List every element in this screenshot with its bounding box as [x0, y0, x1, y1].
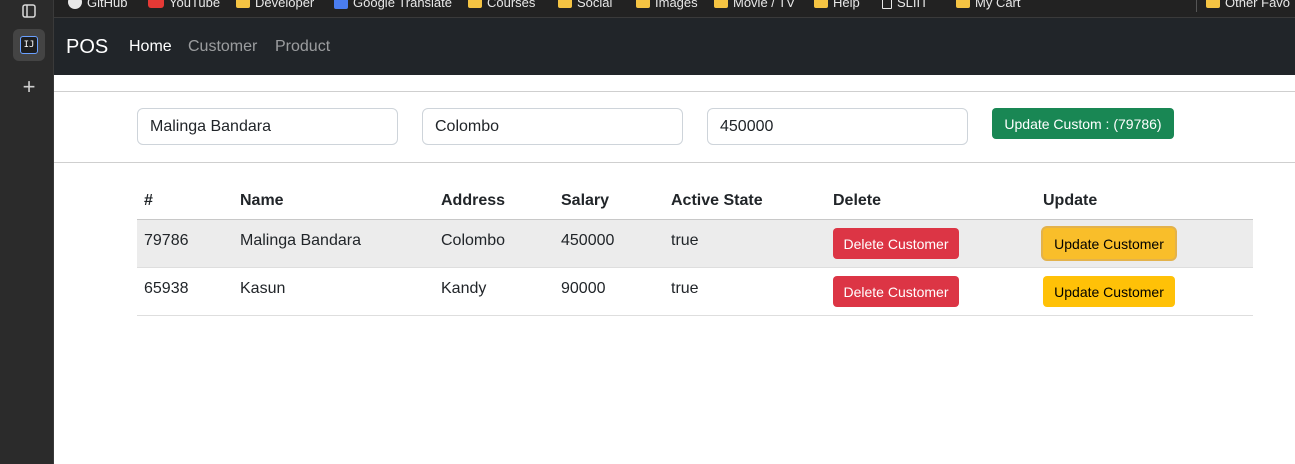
- bookmark-label: Courses: [487, 0, 536, 10]
- cell-salary: 90000: [554, 267, 664, 316]
- cell-delete: Delete Customer: [826, 267, 1036, 316]
- cell-id-text: 79786: [144, 231, 189, 249]
- folder-icon: [956, 0, 970, 8]
- youtube-icon: [148, 0, 164, 8]
- cell-active: true: [664, 219, 826, 268]
- nav-product[interactable]: Product: [275, 38, 330, 56]
- cell-address-text: Kandy: [441, 279, 487, 297]
- intellij-tab-icon[interactable]: IJ: [13, 29, 45, 61]
- cell-name: Malinga Bandara: [233, 219, 434, 268]
- bookmark-label: My Cart: [975, 0, 1021, 10]
- cell-update: Update Customer: [1036, 267, 1253, 316]
- divider-top: [54, 91, 1295, 92]
- cell-active: true: [664, 267, 826, 316]
- sidebar-toggle-icon[interactable]: [14, 2, 44, 20]
- cell-name: Kasun: [233, 267, 434, 316]
- bookmark-developer[interactable]: Developer: [236, 0, 314, 11]
- update-customer-button[interactable]: Update Customer: [1043, 228, 1175, 259]
- document-icon: [882, 0, 892, 9]
- folder-icon: [814, 0, 828, 8]
- table-row: 65938 Kasun Kandy 90000 true Delete Cust…: [137, 267, 1253, 316]
- folder-icon: [468, 0, 482, 8]
- delete-customer-button[interactable]: Delete Customer: [833, 228, 959, 259]
- bookmark-label: Developer: [255, 0, 315, 10]
- cell-id: 79786: [137, 219, 233, 268]
- bookmark-label: Images: [655, 0, 698, 10]
- cell-active-text: true: [671, 279, 699, 297]
- bookmark-sliit[interactable]: SLIIT: [882, 0, 928, 11]
- cell-delete: Delete Customer: [826, 219, 1036, 268]
- update-customer-submit-button[interactable]: Update Custom : (79786): [992, 108, 1174, 139]
- cell-id-text: 65938: [144, 279, 189, 297]
- folder-icon: [636, 0, 650, 8]
- navbar-brand[interactable]: POS: [66, 36, 108, 59]
- github-icon: [68, 0, 82, 9]
- cell-id: 65938: [137, 267, 233, 316]
- delete-customer-button[interactable]: Delete Customer: [833, 276, 959, 307]
- cell-name-text: Malinga Bandara: [240, 231, 361, 249]
- divider-bottom: [54, 162, 1295, 163]
- bookmark-help[interactable]: Help: [814, 0, 860, 11]
- address-input[interactable]: [422, 108, 683, 145]
- bookmark-label: GitHub: [87, 0, 128, 10]
- cell-salary-text: 90000: [561, 279, 606, 297]
- name-input[interactable]: [137, 108, 398, 145]
- bookmark-github[interactable]: GitHub: [68, 0, 127, 11]
- cell-address: Kandy: [434, 267, 554, 316]
- cell-name-text: Kasun: [240, 279, 286, 297]
- bookmark-movie-tv[interactable]: Movie / TV: [714, 0, 795, 11]
- bookmark-label: YouTube: [169, 0, 221, 10]
- bookmark-social[interactable]: Social: [558, 0, 612, 11]
- table-header-row: # Name Address Salary Active State Delet…: [137, 182, 1253, 220]
- bookmark-my-cart[interactable]: My Cart: [956, 0, 1021, 11]
- header-delete: Delete: [826, 182, 1036, 220]
- bookmark-label: Help: [833, 0, 860, 10]
- header-active-state: Active State: [664, 182, 826, 220]
- bookmark-google-translate[interactable]: Google Translate: [334, 0, 452, 11]
- bookmark-courses[interactable]: Courses: [468, 0, 535, 11]
- salary-input[interactable]: [707, 108, 968, 145]
- bookmarks-bar: GitHub YouTube Developer Google Translat…: [54, 0, 1295, 18]
- bookmark-label: Google Translate: [353, 0, 453, 10]
- google-translate-icon: [334, 0, 348, 9]
- cell-active-text: true: [671, 231, 699, 249]
- cell-address: Colombo: [434, 219, 554, 268]
- folder-icon: [1206, 0, 1220, 8]
- bookmark-label: SLIIT: [897, 0, 929, 10]
- bookmark-images[interactable]: Images: [636, 0, 698, 11]
- cell-salary-text: 450000: [561, 231, 615, 249]
- header-salary: Salary: [554, 182, 664, 220]
- folder-icon: [558, 0, 572, 8]
- bookmark-label: Other Favo: [1225, 0, 1291, 10]
- folder-icon: [236, 0, 250, 8]
- header-address: Address: [434, 182, 554, 220]
- cell-update: Update Customer: [1036, 219, 1253, 268]
- new-tab-plus-icon[interactable]: +: [14, 72, 44, 102]
- customer-table: # Name Address Salary Active State Delet…: [137, 182, 1253, 316]
- nav-customer[interactable]: Customer: [188, 38, 257, 56]
- header-id: #: [137, 182, 233, 220]
- navbar: POS Home Customer Product: [54, 18, 1295, 75]
- update-customer-button[interactable]: Update Customer: [1043, 276, 1175, 307]
- bookmarks-divider: [1196, 0, 1197, 12]
- cell-salary: 450000: [554, 219, 664, 268]
- table-row: 79786 Malinga Bandara Colombo 450000 tru…: [137, 219, 1253, 268]
- bookmark-youtube[interactable]: YouTube: [148, 0, 220, 11]
- header-update: Update: [1036, 182, 1253, 220]
- cell-address-text: Colombo: [441, 231, 506, 249]
- bookmark-label: Social: [577, 0, 613, 10]
- browser-sidebar: IJ +: [0, 0, 54, 464]
- header-name: Name: [233, 182, 434, 220]
- bookmark-label: Movie / TV: [733, 0, 795, 10]
- nav-home[interactable]: Home: [129, 38, 172, 56]
- folder-icon: [714, 0, 728, 8]
- bookmark-other-favorites[interactable]: Other Favo: [1206, 0, 1290, 11]
